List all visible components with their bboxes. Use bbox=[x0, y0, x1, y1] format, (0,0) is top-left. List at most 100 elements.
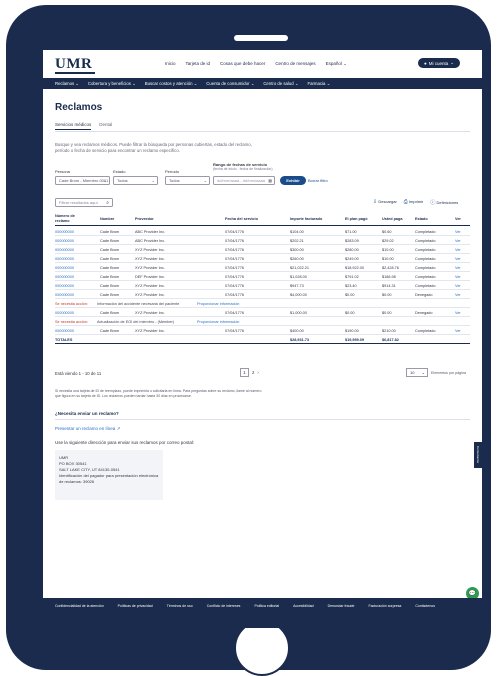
footer-link[interactable]: Políticas de privacidad bbox=[118, 604, 153, 608]
nav-item-pharmacy[interactable]: Farmacia ⌄ bbox=[307, 81, 330, 87]
provide-info-link[interactable]: Proporcionar información bbox=[197, 302, 239, 306]
cell-view[interactable]: Ver bbox=[455, 284, 461, 288]
nav-item-find-care[interactable]: Buscar costos y atención ⌄ bbox=[145, 81, 198, 87]
language-label: Español bbox=[325, 61, 342, 66]
definitions-button[interactable]: ⓘ Definiciones bbox=[430, 199, 458, 206]
cell-billed: $300.00 bbox=[290, 248, 304, 252]
cell-view[interactable]: Ver bbox=[455, 266, 461, 270]
apply-filter-button[interactable]: Exhibir bbox=[280, 176, 306, 185]
cell-view[interactable]: Ver bbox=[455, 239, 461, 243]
tab-medical[interactable]: Servicios médicos bbox=[55, 122, 92, 130]
footer-link[interactable]: Términos de uso bbox=[167, 604, 193, 608]
tablet-speaker bbox=[234, 35, 288, 41]
account-button[interactable]: ● Mi cuenta ⌄ bbox=[418, 58, 460, 68]
cell-claim-number[interactable]: 000000000 bbox=[55, 230, 74, 234]
cell-service-date: 07/04/1776 bbox=[225, 248, 245, 252]
footer-link[interactable]: Confidencialidad de la atención bbox=[55, 604, 104, 608]
cell-provider: DEF Provider Inc. bbox=[135, 275, 165, 279]
nav-item-claims[interactable]: Reclamos ⌄ bbox=[55, 81, 79, 87]
feedback-tab[interactable]: Comentarios bbox=[474, 442, 482, 468]
col-name[interactable]: Nombre bbox=[100, 217, 114, 221]
next-page-icon[interactable]: › bbox=[257, 370, 258, 375]
per-page-select[interactable]: 10 ⌄ bbox=[406, 368, 428, 377]
search-icon[interactable]: ⌕ bbox=[106, 199, 109, 207]
cell-claim-number[interactable]: 000000000 bbox=[55, 329, 74, 333]
estado-select[interactable]: Todos ⌄ bbox=[113, 176, 158, 185]
calendar-icon[interactable]: ▦ bbox=[268, 177, 272, 185]
cell-view[interactable]: Ver bbox=[455, 293, 461, 297]
top-link-home[interactable]: Inicio bbox=[165, 61, 176, 67]
cell-plan-paid: $190.00 bbox=[345, 329, 359, 333]
cell-status: Completado bbox=[415, 284, 436, 288]
cell-view[interactable]: Ver bbox=[455, 275, 461, 279]
account-label: Mi cuenta bbox=[428, 60, 449, 66]
cell-claim-number[interactable]: 000000000 bbox=[55, 266, 74, 270]
nav-item-health-center[interactable]: Centro de salud ⌄ bbox=[263, 81, 298, 87]
col-service-date[interactable]: Fecha del servicio bbox=[225, 217, 258, 221]
page-2-link[interactable]: 2 bbox=[252, 370, 254, 375]
table-row: 000000000 Cade Brom XYZ Provider Inc. 07/04… bbox=[55, 308, 470, 317]
cell-claim-number[interactable]: 000000000 bbox=[55, 248, 74, 252]
col-provider[interactable]: Proveedor bbox=[135, 217, 154, 221]
umr-logo[interactable]: UMR bbox=[55, 56, 92, 73]
submit-claim-online-link[interactable]: Presentar un reclamo en línea ↗ bbox=[55, 426, 120, 432]
nav-item-coverage[interactable]: Cobertura y beneficios ⌄ bbox=[88, 81, 136, 87]
cell-name: Cade Brom bbox=[100, 230, 120, 234]
provide-info-link[interactable]: Proporcionar información bbox=[197, 320, 239, 324]
clear-filter-link[interactable]: Borrar filtro bbox=[308, 178, 328, 183]
footer-link[interactable]: Contáctenos bbox=[415, 604, 435, 608]
cell-status: Completado bbox=[415, 239, 436, 243]
cell-status: Completado bbox=[415, 329, 436, 333]
cell-provider: ABC Provider Inc. bbox=[135, 230, 166, 234]
tab-dental[interactable]: Dental bbox=[99, 122, 112, 130]
definitions-label: Definiciones bbox=[436, 200, 459, 205]
col-you-pay[interactable]: Usted paga bbox=[382, 217, 402, 221]
col-billed[interactable]: Importe facturado bbox=[290, 217, 322, 221]
footer-link[interactable]: Facturación sorpresa bbox=[368, 604, 401, 608]
col-view: Ver bbox=[455, 217, 461, 221]
cell-view[interactable]: Ver bbox=[455, 230, 461, 234]
search-placeholder: Filtrar resultados aquí bbox=[59, 200, 98, 205]
footer-link[interactable]: Política editorial bbox=[254, 604, 279, 608]
cell-claim-number[interactable]: 000000000 bbox=[55, 257, 74, 261]
cell-service-date: 07/04/1776 bbox=[225, 275, 245, 279]
home-button[interactable] bbox=[234, 620, 290, 676]
col-status[interactable]: Estado bbox=[415, 217, 428, 221]
totals-label: TOTALES bbox=[55, 338, 73, 342]
footer-link[interactable]: Accesibilidad bbox=[293, 604, 313, 608]
persona-select[interactable]: Cade Brom - Miembro 0001 ⌄ bbox=[55, 176, 110, 185]
top-link-id-card[interactable]: Tarjeta de id bbox=[186, 61, 211, 67]
nav-item-consumer-account[interactable]: Cuenta de consumidor ⌄ bbox=[206, 81, 254, 87]
logo-underline bbox=[55, 72, 95, 74]
footer-link[interactable]: Denunciar fraude bbox=[328, 604, 355, 608]
cell-claim-number[interactable]: 000000000 bbox=[55, 311, 74, 315]
search-input[interactable]: Filtrar resultados aquí ⌕ bbox=[55, 198, 113, 207]
cell-claim-number[interactable]: 000000000 bbox=[55, 275, 74, 279]
cell-view[interactable]: Ver bbox=[455, 248, 461, 252]
cell-claim-number[interactable]: 000000000 bbox=[55, 293, 74, 297]
per-page-label: Elementos por página bbox=[431, 371, 466, 375]
date-range-input[interactable]: dd/mm/aaaa - dd/mm/aaaa ▦ bbox=[213, 176, 275, 185]
download-button[interactable]: ⇩ Descargar bbox=[373, 199, 397, 206]
table-row: 000000000 Cade Brom XYZ Provider Inc. 07/04… bbox=[55, 254, 470, 263]
top-link-language[interactable]: Español ⌄ bbox=[326, 61, 347, 67]
tablet-frame: UMR Inicio Tarjeta de id Cosas que debe … bbox=[6, 5, 491, 676]
total-you-pay: $6,817.82 bbox=[382, 338, 399, 342]
cell-view[interactable]: Ver bbox=[455, 257, 461, 261]
print-button[interactable]: ⎙ Imprimir bbox=[404, 199, 424, 206]
cell-claim-number[interactable]: 000000000 bbox=[55, 239, 74, 243]
cell-view[interactable]: Ver bbox=[455, 311, 461, 315]
top-link-messages[interactable]: Centro de mensajes bbox=[275, 61, 315, 67]
top-link-todo[interactable]: Cosas que debe hacer bbox=[220, 61, 265, 67]
col-plan-paid[interactable]: El plan pagó bbox=[345, 217, 368, 221]
footer-link[interactable]: Conflicto de intereses bbox=[207, 604, 241, 608]
cell-view[interactable]: Ver bbox=[455, 329, 461, 333]
col-claim-number[interactable]: Número de reclamo bbox=[55, 214, 85, 223]
page-1-button[interactable]: 1 bbox=[240, 368, 249, 377]
cell-service-date: 07/04/1776 bbox=[225, 311, 245, 315]
cell-claim-number[interactable]: 000000000 bbox=[55, 284, 74, 288]
estado-value: Todos bbox=[117, 178, 128, 183]
periodo-select[interactable]: Todos ⌄ bbox=[165, 176, 210, 185]
nav-label: Cuenta de consumidor bbox=[206, 80, 250, 86]
results-summary: Está viendo 1 - 10 de 11 bbox=[55, 371, 102, 376]
